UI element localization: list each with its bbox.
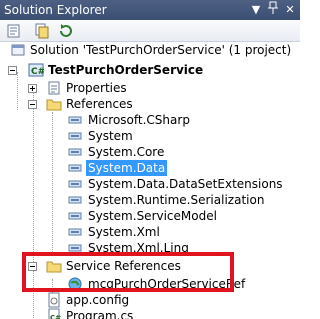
dropdown-icon[interactable]: ▼ bbox=[248, 1, 264, 18]
properties-icon[interactable] bbox=[6, 23, 22, 39]
config-file-icon bbox=[46, 292, 62, 308]
folder-icon bbox=[46, 96, 62, 112]
reference-icon bbox=[67, 160, 83, 176]
reference-icon bbox=[67, 224, 83, 240]
refresh-icon[interactable] bbox=[58, 23, 74, 39]
reference-icon bbox=[67, 112, 83, 128]
reference-item[interactable]: System bbox=[0, 128, 300, 144]
reference-label: System.Core bbox=[88, 145, 165, 159]
reference-label: Microsoft.CSharp bbox=[88, 113, 190, 127]
reference-label-selected: System.Data bbox=[86, 160, 168, 176]
reference-item[interactable]: System.Data bbox=[0, 160, 300, 176]
reference-label: System.Runtime.Serialization bbox=[88, 193, 265, 207]
project-label: TestPurchOrderService bbox=[48, 63, 204, 77]
reference-icon bbox=[67, 208, 83, 224]
references-label: References bbox=[66, 97, 133, 111]
csharp-file-icon: C# bbox=[46, 308, 62, 319]
reference-item[interactable]: Microsoft.CSharp bbox=[0, 112, 300, 128]
program-cs-label: Program.cs bbox=[66, 309, 134, 319]
app-config-label: app.config bbox=[66, 293, 130, 307]
reference-icon bbox=[67, 192, 83, 208]
close-icon[interactable]: ✕ bbox=[282, 1, 298, 18]
collapse-icon[interactable] bbox=[8, 66, 17, 75]
reference-item[interactable]: System.Core bbox=[0, 144, 300, 160]
reference-item[interactable]: System.Data.DataSetExtensions bbox=[0, 176, 300, 192]
tree-row-program-cs[interactable]: C# Program.cs bbox=[0, 308, 300, 319]
toolbar bbox=[0, 20, 300, 42]
reference-item[interactable]: System.Xml bbox=[0, 224, 300, 240]
pin-icon[interactable] bbox=[265, 1, 281, 18]
show-all-files-icon[interactable] bbox=[34, 23, 50, 39]
tree-row-solution[interactable]: Solution 'TestPurchOrderService' (1 proj… bbox=[0, 42, 300, 58]
svg-text:C#: C# bbox=[50, 314, 61, 319]
reference-label: System.Data.DataSetExtensions bbox=[88, 177, 283, 191]
svg-text:C#: C# bbox=[31, 67, 44, 77]
panel-titlebar: Solution Explorer ▼ ✕ bbox=[0, 0, 300, 20]
properties-folder-icon bbox=[46, 80, 62, 96]
expand-icon[interactable] bbox=[28, 84, 37, 93]
reference-icon bbox=[67, 128, 83, 144]
highlight-box bbox=[22, 252, 234, 292]
solution-label: Solution 'TestPurchOrderService' (1 proj… bbox=[30, 43, 292, 57]
reference-icon bbox=[67, 176, 83, 192]
csharp-project-icon: C# bbox=[28, 62, 45, 78]
panel-title: Solution Explorer bbox=[4, 3, 107, 17]
reference-item[interactable]: System.ServiceModel bbox=[0, 208, 300, 224]
reference-label: System.ServiceModel bbox=[88, 209, 217, 223]
tree-row-app-config[interactable]: app.config bbox=[0, 292, 300, 308]
tree-row-references[interactable]: References bbox=[0, 96, 300, 112]
tree-row-project[interactable]: C# TestPurchOrderService bbox=[0, 62, 300, 78]
reference-item[interactable]: System.Runtime.Serialization bbox=[0, 192, 300, 208]
reference-label: System.Xml bbox=[88, 225, 160, 239]
tree-row-properties[interactable]: Properties bbox=[0, 80, 300, 96]
collapse-icon[interactable] bbox=[28, 100, 37, 109]
solution-icon bbox=[10, 42, 26, 58]
reference-icon bbox=[67, 144, 83, 160]
reference-label: System bbox=[88, 129, 133, 143]
properties-label: Properties bbox=[66, 81, 127, 95]
